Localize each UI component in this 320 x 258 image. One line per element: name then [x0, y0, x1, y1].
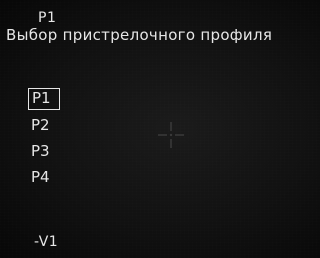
profile-option-p2[interactable]: P2 [28, 114, 60, 140]
page-title: Выбор пристрелочного профиля [6, 26, 273, 44]
zeroing-profile-menu: P1 P2 P3 P4 [28, 88, 60, 192]
thermal-display: P1 Выбор пристрелочного профиля P1 P2 P3… [0, 0, 320, 258]
version-label: -V1 [34, 234, 59, 250]
crosshair-icon [158, 122, 184, 148]
profile-option-p1[interactable]: P1 [28, 88, 60, 110]
active-profile-indicator: P1 [38, 10, 57, 26]
profile-option-p4[interactable]: P4 [28, 166, 60, 192]
profile-option-p3[interactable]: P3 [28, 140, 60, 166]
